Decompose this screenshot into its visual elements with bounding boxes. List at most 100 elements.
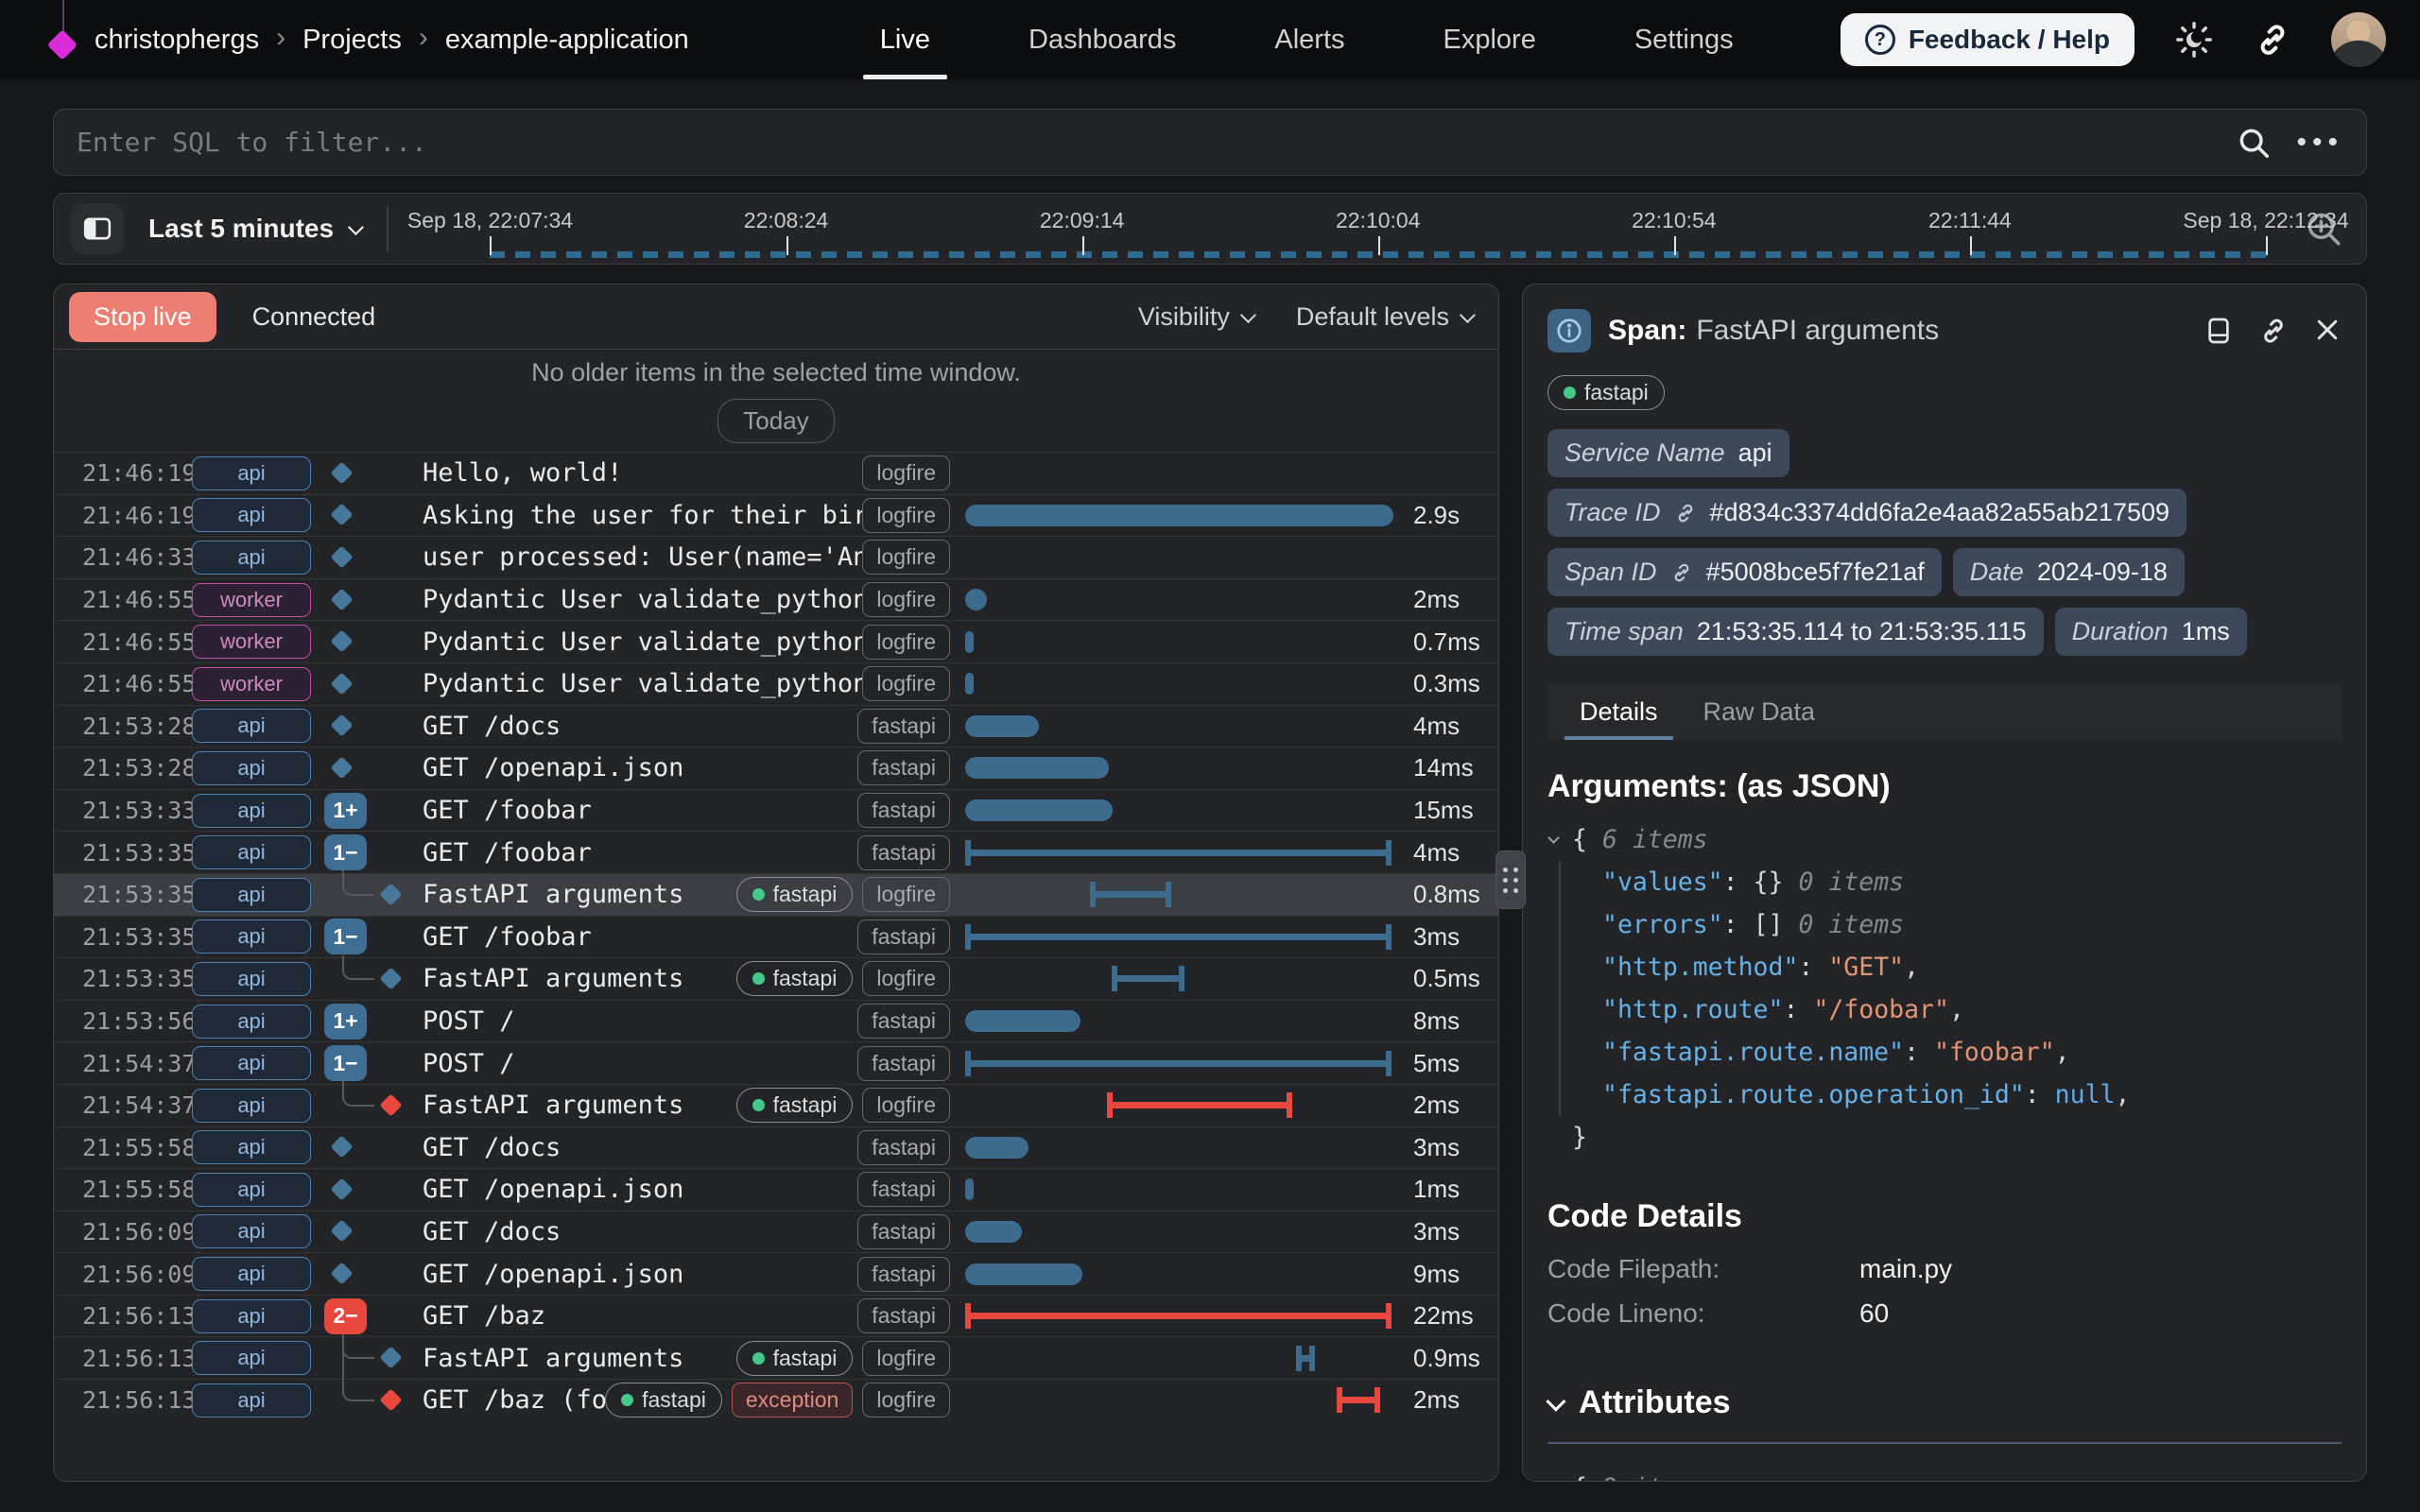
chip-trace-id[interactable]: Trace ID#d834c3374dd6fa2e4aa82a55ab21750… bbox=[1547, 489, 2187, 537]
sql-filter-input[interactable] bbox=[77, 127, 2236, 158]
nest-toggle[interactable]: 1+ bbox=[324, 793, 367, 829]
trace-row[interactable]: 21:46:33apiuser processed: User(name='An… bbox=[54, 536, 1498, 578]
trace-row[interactable]: 21:54:37api1−POST /fastapi5ms bbox=[54, 1041, 1498, 1084]
chevron-down-icon bbox=[348, 219, 364, 235]
breadcrumb-project[interactable]: example-application bbox=[445, 25, 689, 56]
chip-value: #5008bce5f7fe21af bbox=[1706, 558, 1925, 587]
code-details-heading: Code Details bbox=[1547, 1198, 2342, 1235]
nest-toggle[interactable]: 1− bbox=[324, 1045, 367, 1081]
trace-row[interactable]: 21:54:37apiFastAPI argumentsfastapilogfi… bbox=[54, 1084, 1498, 1126]
row-time: 21:54:37 bbox=[54, 1050, 175, 1077]
chip-span-id[interactable]: Span ID#5008bce5f7fe21af bbox=[1547, 548, 1942, 596]
timeline-tick-mark bbox=[1970, 236, 1972, 255]
trace-row[interactable]: 21:53:35apiFastAPI argumentsfastapilogfi… bbox=[54, 957, 1498, 1000]
nest-toggle[interactable]: 2− bbox=[324, 1298, 367, 1334]
row-message: FastAPI arguments bbox=[423, 1344, 736, 1373]
trace-row[interactable]: 21:46:55workerPydantic User validate_pyt… bbox=[54, 620, 1498, 662]
timeline-tick-label: 22:08:24 bbox=[744, 208, 829, 233]
copy-link-icon[interactable] bbox=[2258, 316, 2289, 346]
row-tree bbox=[324, 1085, 423, 1126]
timeline-ruler[interactable]: Sep 18, 22:07:3422:08:2422:09:1422:10:04… bbox=[396, 193, 2285, 265]
tag-logfire: logfire bbox=[862, 455, 950, 490]
tab-raw-data[interactable]: Raw Data bbox=[1696, 684, 1824, 740]
arguments-heading: Arguments: (as JSON) bbox=[1547, 768, 2342, 805]
more-options-icon[interactable]: ••• bbox=[2296, 127, 2343, 159]
collapse-chevron-icon[interactable] bbox=[1547, 1480, 1560, 1481]
trace-row[interactable]: 21:56:13apiFastAPI argumentsfastapilogfi… bbox=[54, 1336, 1498, 1379]
service-badge-worker: worker bbox=[192, 583, 311, 617]
tree-elbow bbox=[342, 1379, 374, 1401]
trace-row[interactable]: 21:55:58apiGET /docsfastapi3ms bbox=[54, 1126, 1498, 1169]
trace-row[interactable]: 21:53:33api1+GET /foobarfastapi15ms bbox=[54, 789, 1498, 832]
trace-row[interactable]: 21:53:56api1+POST /fastapi8ms bbox=[54, 1000, 1498, 1042]
user-avatar[interactable] bbox=[2331, 12, 2386, 67]
stop-live-button[interactable]: Stop live bbox=[69, 292, 216, 342]
tag-fastapi: fastapi bbox=[857, 709, 950, 744]
row-tags: fastapi bbox=[857, 835, 950, 870]
breadcrumb-org[interactable]: christophergs bbox=[95, 25, 259, 56]
today-button[interactable]: Today bbox=[717, 399, 834, 443]
code-details-rows: Code Filepath:main.pyCode Lineno:60 bbox=[1547, 1246, 2342, 1335]
service-tag-fastapi[interactable]: fastapi bbox=[1547, 375, 1665, 410]
trace-row[interactable]: 21:55:58apiGET /openapi.jsonfastapi1ms bbox=[54, 1168, 1498, 1211]
nav-tab-alerts[interactable]: Alerts bbox=[1267, 0, 1352, 79]
duration-label: 0.7ms bbox=[1400, 627, 1498, 657]
nav-tab-dashboards[interactable]: Dashboards bbox=[1021, 0, 1184, 79]
row-message: GET /openapi.json bbox=[423, 753, 857, 782]
span-diamond-icon bbox=[379, 1093, 402, 1116]
span-duration-bar bbox=[1090, 874, 1171, 916]
row-message: user processed: User(name='Anne', c bbox=[423, 542, 862, 572]
sql-filter-bar: ••• bbox=[53, 109, 2367, 176]
trace-row[interactable]: 21:56:09apiGET /docsfastapi3ms bbox=[54, 1211, 1498, 1253]
nest-toggle[interactable]: 1− bbox=[324, 834, 367, 870]
json-line: { 6 items bbox=[1547, 818, 2342, 861]
span-diamond-icon bbox=[330, 1263, 353, 1285]
code-detail-row: Code Lineno:60 bbox=[1547, 1291, 2342, 1335]
share-link-icon[interactable] bbox=[2254, 21, 2291, 59]
trace-row[interactable]: 21:53:35api1−GET /foobarfastapi3ms bbox=[54, 916, 1498, 958]
row-tree: 2− bbox=[324, 1296, 423, 1337]
nav-tab-settings[interactable]: Settings bbox=[1627, 0, 1741, 79]
row-time: 21:55:58 bbox=[54, 1176, 175, 1203]
trace-row[interactable]: 21:46:19apiAsking the user for their bir… bbox=[54, 494, 1498, 537]
span-detail-panel: Span:FastAPI arguments bbox=[1522, 284, 2367, 1482]
row-bar-zone bbox=[965, 832, 1400, 873]
duration-label: 22ms bbox=[1400, 1301, 1498, 1331]
trace-row[interactable]: 21:56:13api2−GET /bazfastapi22ms bbox=[54, 1295, 1498, 1337]
search-icon[interactable] bbox=[2236, 125, 2272, 161]
row-bar-zone bbox=[965, 1211, 1400, 1253]
row-message: GET /docs bbox=[423, 712, 857, 741]
nav-tab-live[interactable]: Live bbox=[873, 0, 938, 79]
link-icon bbox=[1670, 561, 1693, 584]
trace-row[interactable]: 21:53:35apiFastAPI argumentsfastapilogfi… bbox=[54, 873, 1498, 916]
breadcrumb: christophergs › Projects › example-appli… bbox=[95, 24, 689, 56]
close-icon[interactable] bbox=[2313, 316, 2342, 346]
trace-row[interactable]: 21:53:28apiGET /docsfastapi4ms bbox=[54, 705, 1498, 747]
nav-tab-explore[interactable]: Explore bbox=[1436, 0, 1544, 79]
trace-row[interactable]: 21:46:55workerPydantic User validate_pyt… bbox=[54, 662, 1498, 705]
breadcrumb-projects[interactable]: Projects bbox=[302, 25, 402, 56]
open-card-icon[interactable] bbox=[2204, 316, 2234, 346]
sidebar-toggle-button[interactable] bbox=[71, 203, 124, 254]
row-message: GET /foobar bbox=[423, 838, 857, 868]
trace-row[interactable]: 21:53:35api1−GET /foobarfastapi4ms bbox=[54, 831, 1498, 873]
nest-toggle[interactable]: 1− bbox=[324, 919, 367, 954]
trace-row[interactable]: 21:56:13apiGET /baz (foobar)fastapiexcep… bbox=[54, 1379, 1498, 1421]
nest-toggle[interactable]: 1+ bbox=[324, 1004, 367, 1040]
trace-row[interactable]: 21:56:09apiGET /openapi.jsonfastapi9ms bbox=[54, 1252, 1498, 1295]
attributes-toggle[interactable]: Attributes bbox=[1547, 1384, 2342, 1421]
trace-row[interactable]: 21:46:55workerPydantic User validate_pyt… bbox=[54, 578, 1498, 621]
trace-row[interactable]: 21:53:28apiGET /openapi.jsonfastapi14ms bbox=[54, 747, 1498, 789]
tag-fastapi: fastapi bbox=[857, 750, 950, 785]
feedback-help-button[interactable]: ? Feedback / Help bbox=[1841, 13, 2135, 66]
visibility-dropdown[interactable]: Visibility bbox=[1138, 302, 1253, 332]
collapse-chevron-icon[interactable] bbox=[1547, 832, 1560, 844]
panel-resize-handle[interactable] bbox=[1495, 850, 1526, 909]
tag-logfire: logfire bbox=[862, 1088, 950, 1123]
time-range-select[interactable]: Last 5 minutes bbox=[148, 214, 360, 244]
row-bar-zone bbox=[965, 1001, 1400, 1042]
default-levels-dropdown[interactable]: Default levels bbox=[1296, 302, 1472, 332]
theme-toggle-icon[interactable] bbox=[2174, 20, 2214, 60]
trace-row[interactable]: 21:46:19apiHello, world!logfire bbox=[54, 452, 1498, 494]
tab-details[interactable]: Details bbox=[1572, 684, 1666, 740]
